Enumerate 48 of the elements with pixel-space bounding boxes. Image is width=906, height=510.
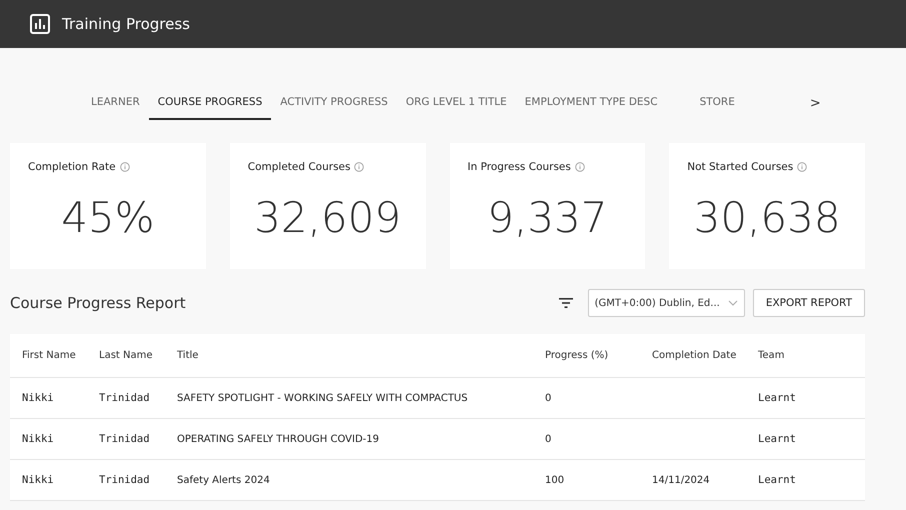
stat-value: 30,638	[692, 193, 842, 242]
table-cell-text: Learnt	[758, 392, 797, 404]
tab[interactable]: LEARNER	[82, 86, 149, 120]
table-cell-text: Nikki	[22, 392, 55, 404]
stat-label: Not Started Courses	[687, 161, 794, 173]
table-cell-text: Trinidad	[99, 392, 151, 404]
stat-label: In Progress Courses	[468, 161, 571, 173]
stat-label: Completed Courses	[248, 161, 350, 173]
info-icon	[797, 162, 808, 172]
next-tab-button[interactable]: >	[804, 94, 827, 112]
column-header: Completion Date	[652, 350, 738, 361]
tab[interactable]: ORG LEVEL 1 TITLE	[396, 86, 516, 120]
table-cell-text: 100	[545, 474, 566, 486]
stat-value: 45%	[60, 193, 156, 242]
stat-label: Completion Rate	[28, 161, 116, 173]
table-cell-text: Trinidad	[99, 433, 151, 445]
table-cell-text: OPERATING SAFELY THROUGH COVID-19	[177, 434, 380, 444]
tab[interactable]: STORE	[690, 86, 744, 120]
bar-chart-icon	[30, 14, 50, 34]
report-title: Course Progress Report	[10, 294, 187, 312]
caret-icon	[728, 299, 738, 307]
table-cell-text: Learnt	[758, 433, 797, 445]
table-cell-text: 0	[545, 392, 552, 404]
column-header: Title	[177, 350, 200, 361]
column-header: Progress (%)	[545, 350, 610, 361]
app-title: Training Progress	[62, 15, 190, 33]
column-header: Team	[758, 350, 786, 361]
tab[interactable]: EMPLOYMENT TYPE DESC	[516, 86, 667, 120]
filter-icon	[558, 296, 574, 310]
table-cell-text: Learnt	[758, 474, 797, 486]
table-cell-text: Nikki	[22, 474, 55, 486]
table-cell-text: 0	[545, 434, 552, 444]
export-button[interactable]: EXPORT REPORT	[752, 289, 865, 317]
table-cell-text: Safety Alerts 2024	[177, 474, 271, 486]
info-icon	[574, 162, 585, 172]
info-icon	[354, 162, 364, 172]
table-cell-text: Trinidad	[99, 474, 151, 486]
column-header: Last Name	[99, 350, 154, 361]
tab[interactable]: COURSE PROGRESS	[148, 86, 272, 120]
table-cell-text: SAFETY SPOTLIGHT - WORKING SAFELY WITH COMPACTUS	[177, 392, 469, 404]
stat-value: 32,609	[253, 193, 402, 242]
table-cell-text: Nikki	[22, 433, 55, 445]
table-cell-text: 14/11/2024	[652, 474, 711, 486]
timezone-dropdown[interactable]: (GMT+0:00) Dublin, Ed...	[588, 289, 745, 317]
stat-value: 9,337	[486, 193, 608, 242]
column-header: First Name	[22, 350, 77, 361]
info-icon	[120, 162, 130, 172]
tab[interactable]: ACTIVITY PROGRESS	[271, 86, 397, 120]
